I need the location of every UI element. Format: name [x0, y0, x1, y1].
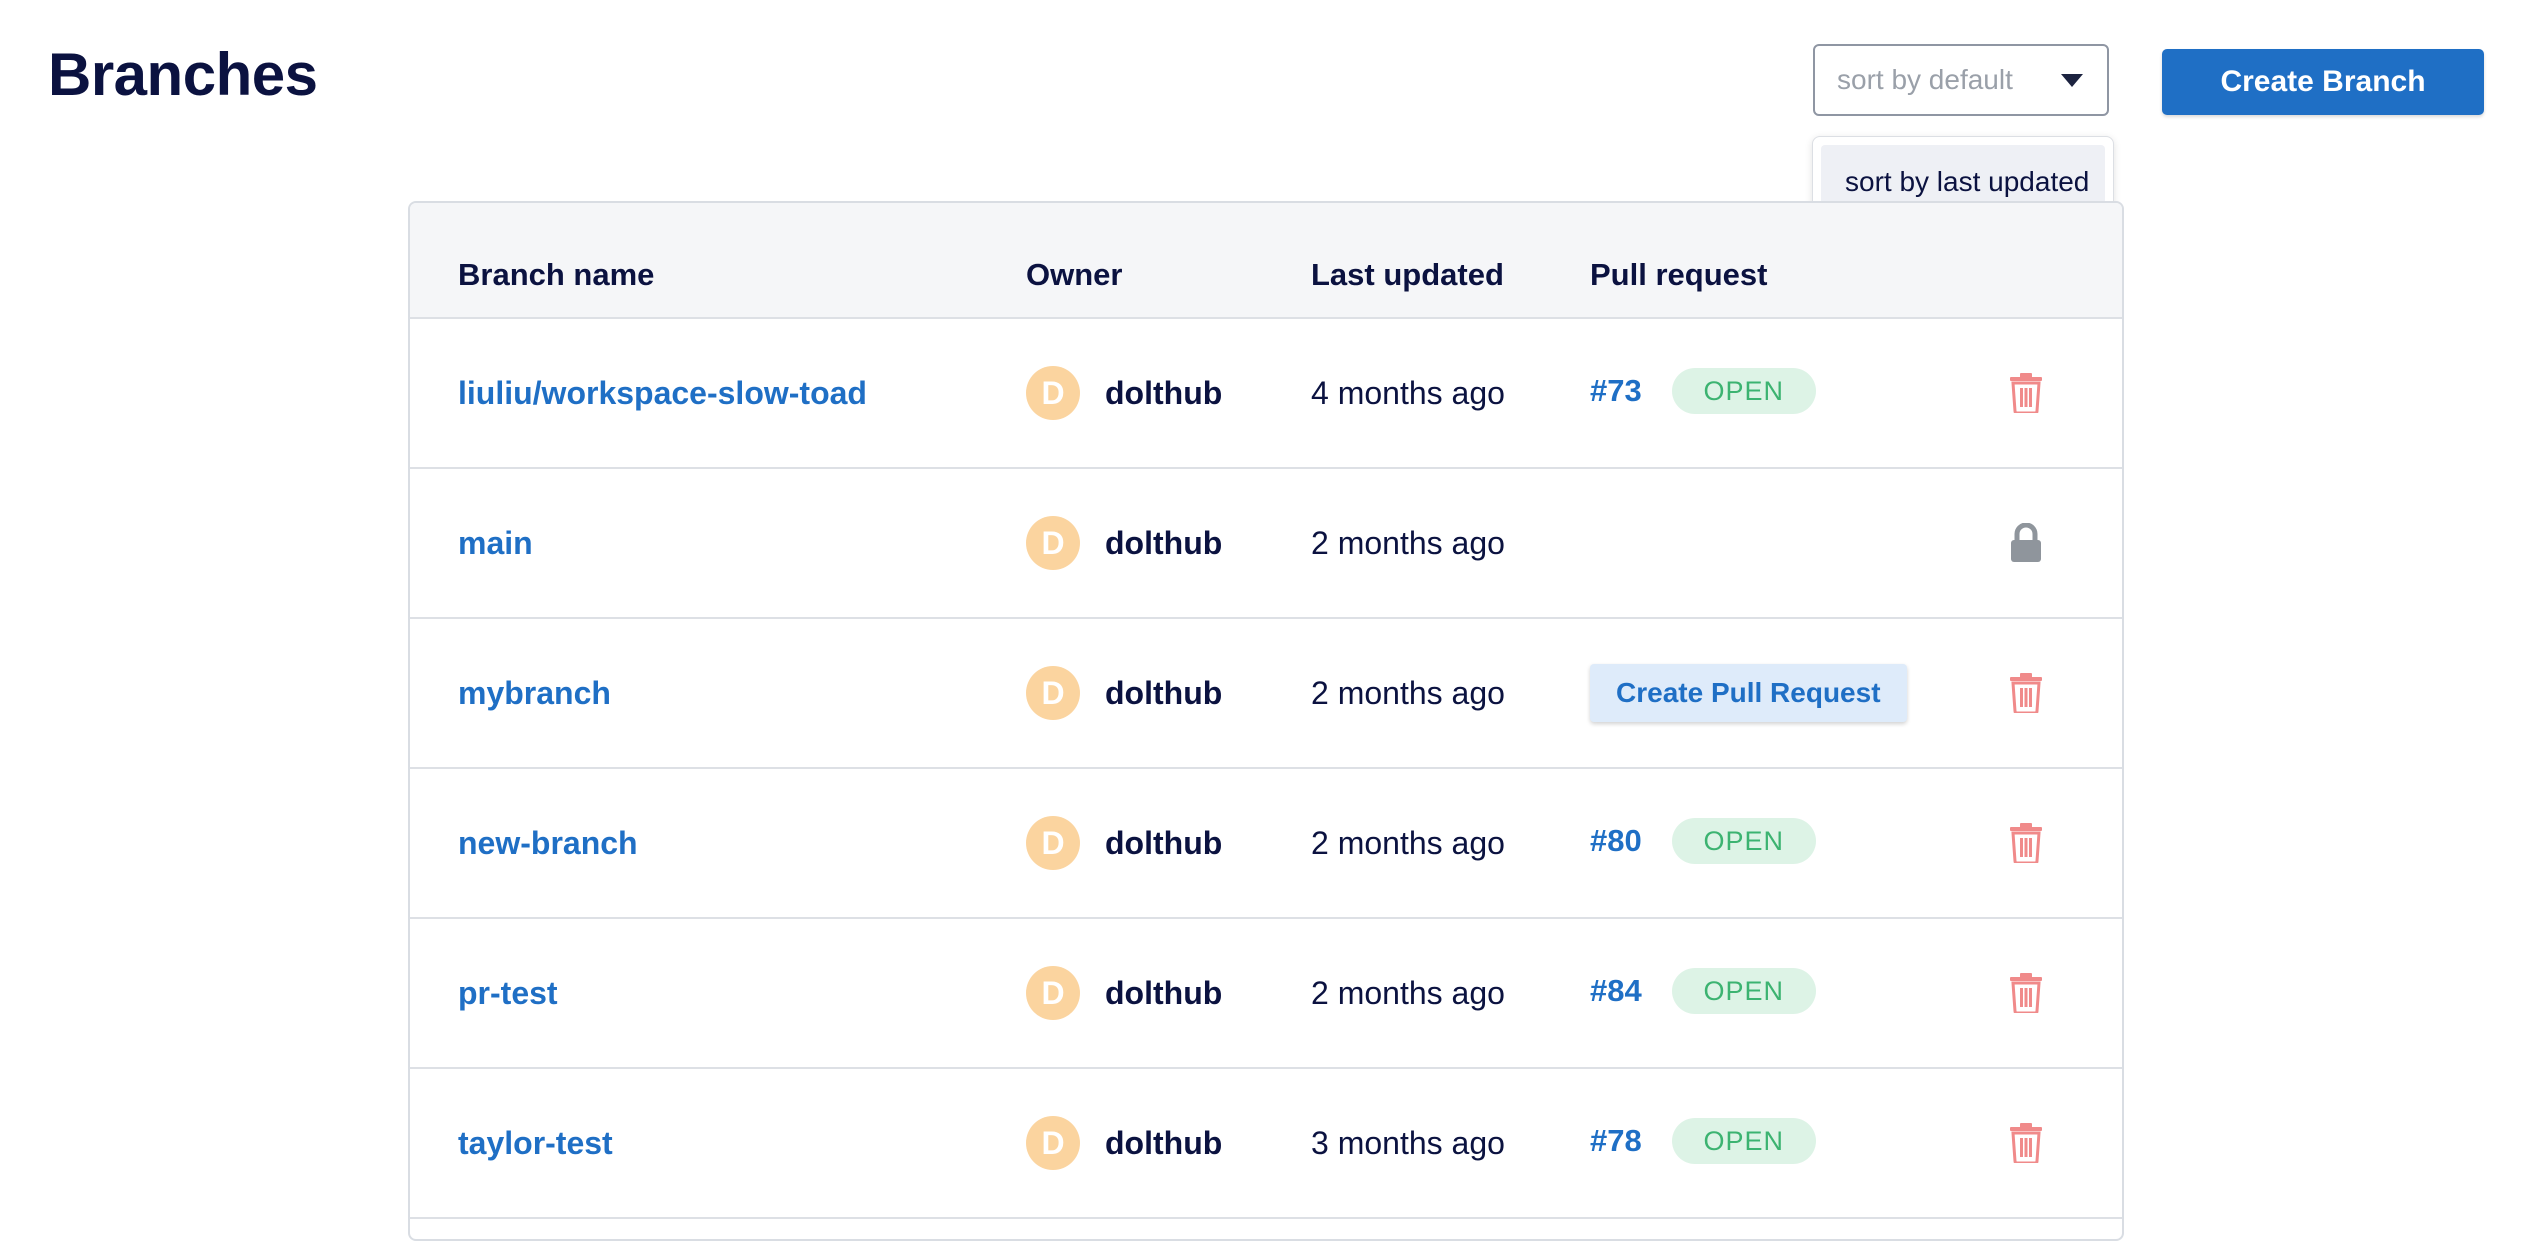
row-action — [2006, 469, 2046, 617]
pull-request-link[interactable]: #73 — [1590, 373, 1642, 409]
pull-request-cell: #73 OPEN — [1590, 319, 1816, 467]
branches-table: Branch name Owner Last updated Pull requ… — [408, 201, 2124, 1241]
status-badge: OPEN — [1671, 1118, 1816, 1164]
owner-cell: Ddolthub — [1026, 919, 1222, 1067]
avatar: D — [1026, 666, 1080, 720]
row-action[interactable] — [2006, 919, 2046, 1067]
pull-request-link[interactable]: #78 — [1590, 1123, 1642, 1159]
status-badge: OPEN — [1671, 968, 1816, 1014]
table-row: new-branch Ddolthub 2 months ago #80 OPEN — [410, 769, 2122, 919]
branch-name-link[interactable]: mybranch — [458, 619, 611, 767]
owner-cell: Ddolthub — [1026, 769, 1222, 917]
avatar: D — [1026, 516, 1080, 570]
sort-select-value: sort by default — [1837, 64, 2013, 95]
pull-request-link[interactable]: #80 — [1590, 823, 1642, 859]
avatar: D — [1026, 1116, 1080, 1170]
owner-cell: Ddolthub — [1026, 619, 1222, 767]
last-updated: 2 months ago — [1311, 674, 1505, 711]
branch-name-link[interactable]: liuliu/workspace-slow-toad — [458, 319, 867, 467]
header-pull-request: Pull request — [1590, 257, 1768, 292]
page-title: Branches — [48, 41, 318, 108]
owner-name: dolthub — [1105, 374, 1223, 411]
pull-request-cell: #80 OPEN — [1590, 769, 1816, 917]
avatar: D — [1026, 816, 1080, 870]
row-action[interactable] — [2006, 319, 2046, 467]
trash-icon[interactable] — [2009, 973, 2043, 1013]
avatar: D — [1026, 966, 1080, 1020]
create-pull-request-button[interactable]: Create Pull Request — [1590, 664, 1907, 722]
table-header: Branch name Owner Last updated Pull requ… — [410, 203, 2122, 319]
last-updated: 2 months ago — [1311, 974, 1505, 1011]
sort-select[interactable]: sort by default — [1813, 44, 2109, 116]
lock-icon — [2009, 523, 2043, 563]
owner-name: dolthub — [1105, 824, 1223, 861]
branch-name-link[interactable]: pr-test — [458, 919, 558, 1067]
owner-cell: Ddolthub — [1026, 319, 1222, 467]
owner-name: dolthub — [1105, 974, 1223, 1011]
owner-cell: Ddolthub — [1026, 469, 1222, 617]
pull-request-cell: #78 OPEN — [1590, 1069, 1816, 1217]
table-row: liuliu/workspace-slow-toad Ddolthub 4 mont… — [410, 319, 2122, 469]
row-action[interactable] — [2006, 619, 2046, 767]
trash-icon[interactable] — [2009, 673, 2043, 713]
row-action[interactable] — [2006, 769, 2046, 917]
table-row: taylor-test Ddolthub 3 months ago #78 OPEN — [410, 1069, 2122, 1219]
branch-name-link[interactable]: main — [458, 469, 533, 617]
owner-name: dolthub — [1105, 1124, 1223, 1161]
table-body: liuliu/workspace-slow-toad Ddolthub 4 mont… — [410, 319, 2122, 1219]
trash-icon[interactable] — [2009, 373, 2043, 413]
last-updated: 3 months ago — [1311, 1124, 1505, 1161]
header-last-updated: Last updated — [1311, 257, 1504, 292]
pull-request-cell: Create Pull Request — [1590, 619, 1907, 767]
trash-icon[interactable] — [2009, 823, 2043, 863]
status-badge: OPEN — [1671, 818, 1816, 864]
status-badge: OPEN — [1671, 368, 1816, 414]
trash-icon[interactable] — [2009, 1123, 2043, 1163]
row-action[interactable] — [2006, 1069, 2046, 1217]
pull-request-link[interactable]: #84 — [1590, 973, 1642, 1009]
branch-name-link[interactable]: taylor-test — [458, 1069, 613, 1217]
create-branch-button[interactable]: Create Branch — [2162, 49, 2484, 115]
header-owner: Owner — [1026, 257, 1123, 292]
header-branch-name: Branch name — [458, 257, 655, 292]
owner-cell: Ddolthub — [1026, 1069, 1222, 1217]
last-updated: 2 months ago — [1311, 824, 1505, 861]
owner-name: dolthub — [1105, 674, 1223, 711]
branch-name-link[interactable]: new-branch — [458, 769, 638, 917]
avatar: D — [1026, 366, 1080, 420]
table-row: mybranch Ddolthub 2 months ago Create Pull … — [410, 619, 2122, 769]
pull-request-cell: #84 OPEN — [1590, 919, 1816, 1067]
caret-down-icon — [2061, 74, 2083, 87]
last-updated: 4 months ago — [1311, 374, 1505, 411]
last-updated: 2 months ago — [1311, 524, 1505, 561]
table-row: main Ddolthub 2 months ago — [410, 469, 2122, 619]
owner-name: dolthub — [1105, 524, 1223, 561]
table-row: pr-test Ddolthub 2 months ago #84 OPEN — [410, 919, 2122, 1069]
